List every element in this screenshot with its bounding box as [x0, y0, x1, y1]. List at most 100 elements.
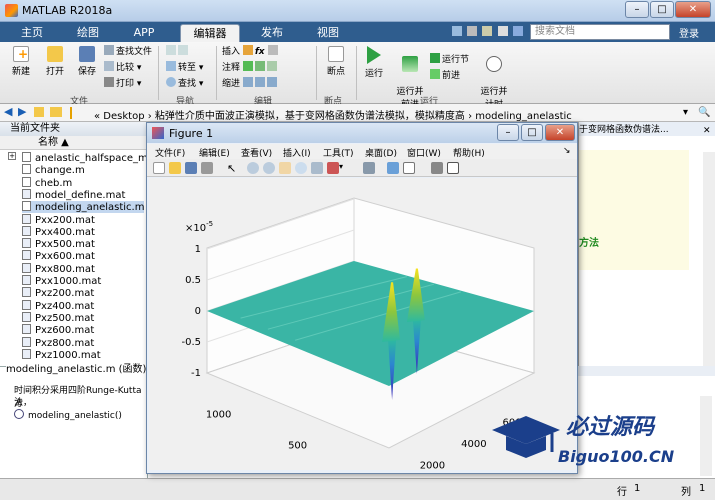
file-item[interactable]: Pxz600.mat: [22, 324, 94, 336]
open-file-icon[interactable]: [169, 162, 181, 174]
tab-plots[interactable]: 绘图: [68, 24, 108, 42]
run-section-button[interactable]: 运行节: [430, 53, 469, 65]
search-input[interactable]: 搜索文档: [530, 24, 670, 40]
login-link[interactable]: 登录: [679, 25, 699, 40]
menu-help[interactable]: 帮助(H): [453, 146, 485, 159]
menu-window[interactable]: 窗口(W): [407, 146, 441, 159]
print-figure-icon[interactable]: [201, 162, 213, 174]
back-arrow-icon[interactable]: ◀: [4, 105, 12, 118]
menu-file[interactable]: 文件(F): [155, 146, 185, 159]
brush-icon[interactable]: [327, 162, 339, 174]
file-item[interactable]: Pxx1000.mat: [22, 275, 101, 287]
brush-dropdown-icon[interactable]: ▾: [339, 162, 351, 174]
data-cursor-icon[interactable]: [311, 162, 323, 174]
file-item[interactable]: Pxx400.mat: [22, 225, 95, 238]
file-item[interactable]: Pxx600.mat: [22, 250, 95, 262]
goto-button[interactable]: 转至 ▾: [166, 61, 203, 73]
figure-title-bar[interactable]: Figure 1 – □ ✕: [147, 123, 577, 143]
path-search-icon[interactable]: 🔍: [698, 107, 710, 118]
file-item[interactable]: Pxz1000.mat: [22, 348, 101, 361]
find-button[interactable]: 查找 ▾: [166, 77, 203, 89]
rotate-3d-icon[interactable]: [295, 162, 307, 174]
tab-editor[interactable]: 编辑器: [180, 24, 240, 42]
comment-button[interactable]: 注释: [222, 61, 279, 73]
pan-hand-icon[interactable]: [279, 162, 291, 174]
advance-button[interactable]: 前进: [430, 69, 460, 81]
nav-arrows[interactable]: [166, 45, 190, 57]
browse-folder-icon[interactable]: [50, 107, 62, 117]
undo-quick-icon[interactable]: [512, 26, 523, 36]
paste-quick-icon[interactable]: [497, 26, 508, 36]
save-quick-icon[interactable]: [452, 26, 462, 36]
status-bar: 行 1 列 1: [0, 478, 715, 500]
zoom-in-icon[interactable]: [247, 162, 259, 174]
file-item[interactable]: Pxz500.mat: [22, 311, 94, 324]
file-item[interactable]: Pxz200.mat: [22, 287, 94, 299]
figure-minimize-button[interactable]: –: [497, 124, 519, 141]
maximize-button[interactable]: □: [650, 1, 674, 18]
colorbar-icon[interactable]: [387, 162, 399, 174]
compare-button[interactable]: 比较 ▾: [104, 61, 141, 73]
run-and-time-button[interactable]: 运行并 计时: [478, 46, 510, 110]
file-name: change.m: [35, 165, 85, 177]
close-button[interactable]: ✕: [675, 1, 711, 18]
legend-icon[interactable]: [403, 162, 415, 174]
pointer-icon[interactable]: ↖: [227, 162, 239, 175]
close-editor-icon[interactable]: ✕: [703, 126, 711, 136]
file-item[interactable]: Pxx200.mat: [22, 213, 95, 226]
breakpoints-button[interactable]: 断点: [320, 46, 352, 77]
show-tools-icon[interactable]: [447, 162, 459, 174]
cut-quick-icon[interactable]: [467, 26, 478, 36]
link-plot-icon[interactable]: [363, 162, 375, 174]
expand-icon[interactable]: +: [8, 152, 16, 160]
figure-maximize-button[interactable]: □: [521, 124, 543, 141]
tab-view[interactable]: 视图: [308, 24, 348, 42]
save-button[interactable]: 保存: [72, 46, 102, 77]
find-files-button[interactable]: 查找文件: [104, 45, 152, 57]
file-item[interactable]: model_define.mat: [22, 188, 125, 201]
tab-home[interactable]: 主页: [12, 24, 52, 42]
file-item[interactable]: Pxx800.mat: [22, 262, 95, 275]
indent-button[interactable]: 缩进: [222, 77, 279, 89]
run-icon: [367, 46, 381, 64]
file-item[interactable]: Pxx500.mat: [22, 238, 95, 250]
save-figure-icon[interactable]: [185, 162, 197, 174]
figure-close-button[interactable]: ✕: [545, 124, 575, 141]
tab-apps[interactable]: APP: [124, 24, 164, 42]
forward-arrow-icon[interactable]: ▶: [18, 105, 26, 118]
menu-dock-icon[interactable]: ↘: [563, 146, 571, 156]
file-item[interactable]: Pxz400.mat: [22, 299, 95, 312]
menu-tools[interactable]: 工具(T): [323, 146, 354, 159]
print-button[interactable]: 打印 ▾: [104, 77, 141, 89]
file-item[interactable]: anelastic_halfspace_mo...: [22, 152, 163, 164]
details-function[interactable]: modeling_anelastic(): [14, 409, 122, 421]
file-item[interactable]: cheb.m: [22, 176, 72, 189]
file-name: Pxz200.mat: [35, 288, 95, 300]
back-nav-icon: [166, 45, 176, 55]
name-column-header[interactable]: 名称 ▲: [0, 136, 148, 150]
zoom-out-icon[interactable]: [263, 162, 275, 174]
menu-edit[interactable]: 编辑(E): [199, 146, 230, 159]
minimize-button[interactable]: –: [625, 1, 649, 18]
file-item[interactable]: change.m: [22, 164, 85, 176]
menu-desktop[interactable]: 桌面(D): [365, 146, 397, 159]
new-button[interactable]: + 新建: [6, 46, 36, 77]
hide-tools-icon[interactable]: [431, 162, 443, 174]
file-name: modeling_anelastic.m: [35, 202, 145, 214]
tab-publish[interactable]: 发布: [252, 24, 292, 42]
menu-view[interactable]: 查看(V): [241, 146, 272, 159]
file-item[interactable]: Pxz800.mat: [22, 336, 94, 349]
new-figure-icon[interactable]: [153, 162, 165, 174]
menu-insert[interactable]: 插入(I): [283, 146, 311, 159]
up-folder-icon[interactable]: [34, 107, 44, 117]
file-name: Pxz400.mat: [35, 300, 95, 312]
editor-scrollbar[interactable]: [703, 152, 715, 366]
file-item[interactable]: modeling_anelastic.m: [22, 201, 145, 214]
insert-button[interactable]: 插入 fx: [222, 45, 280, 57]
run-button[interactable]: 运行: [360, 46, 388, 79]
editor-tab-title[interactable]: 于变网格函数伪谱法...: [579, 122, 715, 136]
open-button[interactable]: 打开: [40, 46, 70, 77]
path-dropdown-icon[interactable]: ▾: [683, 107, 688, 118]
current-folder-path[interactable]: « Desktop › 粘弹性介质中面波正演模拟，基于变网格函数伪谱法模拟，模拟…: [94, 107, 572, 122]
copy-quick-icon[interactable]: [482, 26, 493, 36]
